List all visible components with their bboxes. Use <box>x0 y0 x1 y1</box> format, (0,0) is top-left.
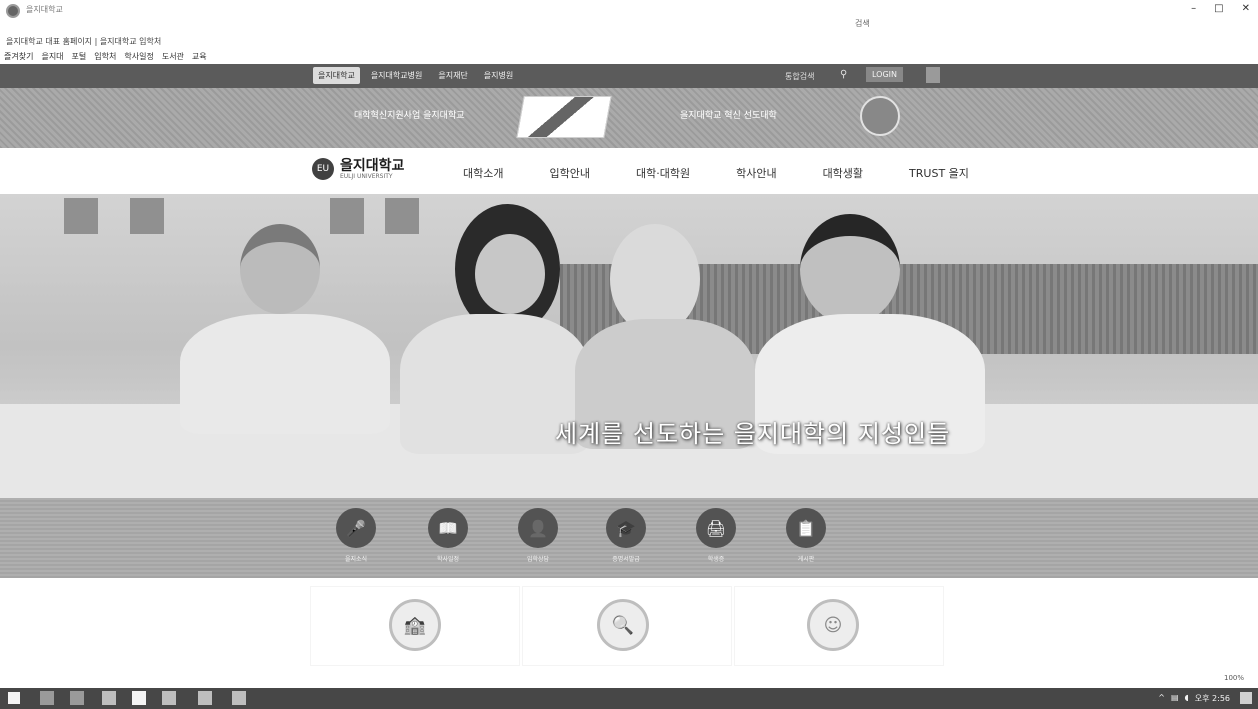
logo-mark-icon: EU <box>312 158 334 180</box>
address-bar[interactable]: 을지대학교 대표 홈페이지 | 을지대학교 입학처 <box>6 36 161 47</box>
volume-icon[interactable]: ◖ <box>1185 693 1189 704</box>
menu-admission[interactable]: 입학안내 <box>549 165 589 181</box>
feature-section: 🏫 🔍 ☺ 100% <box>0 578 1258 688</box>
quick-link-item[interactable]: 👤 입학상담 <box>508 508 568 563</box>
background-window <box>64 198 98 234</box>
app-icon[interactable] <box>162 691 176 705</box>
search-icon[interactable]: ⚲ <box>840 69 847 80</box>
window-controls: – □ ✕ <box>1191 3 1250 14</box>
favorite-item[interactable]: 입학처 <box>94 51 116 62</box>
main-menu: 대학소개 입학안내 대학·대학원 학사안내 대학생활 TRUST 을지 <box>463 165 969 181</box>
site-top-bar: 을지대학교 을지대학교병원 을지재단 을지병원 통합검색 ⚲ LOGIN <box>0 64 1258 88</box>
family-site-tabs: 을지대학교 을지대학교병원 을지재단 을지병원 <box>313 67 518 84</box>
quick-link-label: 증명서발급 <box>612 556 640 563</box>
feature-card[interactable]: 🏫 <box>310 586 520 666</box>
app-icon[interactable] <box>198 691 212 705</box>
main-nav: EU 을지대학교 EULJI UNIVERSITY 대학소개 입학안내 대학·대… <box>0 148 1258 194</box>
banner-flag-image <box>516 96 612 138</box>
banner-text-right: 을지대학교 혁신 선도대학 <box>680 111 777 121</box>
favorites-bar: 즐겨찾기 을지대 포털 입학처 학사일정 도서관 교육 <box>4 51 207 62</box>
menu-about[interactable]: 대학소개 <box>463 165 503 181</box>
tab-university[interactable]: 을지대학교 <box>313 67 360 84</box>
tab-eulji-hospital[interactable]: 을지병원 <box>479 67 518 84</box>
browser-chrome: 을지대학교 검색 – □ ✕ 을지대학교 대표 홈페이지 | 을지대학교 입학처… <box>0 0 1258 64</box>
printer-icon: 🖨 <box>696 508 736 548</box>
logo-name: 을지대학교 <box>340 157 405 174</box>
board-icon: 📋 <box>786 508 826 548</box>
quick-link-item[interactable]: 🎤 을지소식 <box>326 508 386 563</box>
menu-trust[interactable]: TRUST 을지 <box>909 165 969 181</box>
login-button[interactable]: LOGIN <box>866 67 904 82</box>
background-window <box>385 198 419 234</box>
clock[interactable]: 오후 2:56 <box>1195 693 1230 704</box>
quick-link-label: 을지소식 <box>344 556 368 563</box>
zoom-level[interactable]: 100% <box>1224 674 1244 682</box>
maximize-icon[interactable]: □ <box>1214 3 1223 14</box>
logo-subtitle: EULJI UNIVERSITY <box>340 172 393 180</box>
feature-card[interactable]: ☺ <box>734 586 944 666</box>
search-icon[interactable] <box>40 691 54 705</box>
graduate-icon: 🎓 <box>606 508 646 548</box>
microphone-icon: 🎤 <box>336 508 376 548</box>
favorite-item[interactable]: 학사일정 <box>124 51 153 62</box>
site-search-label[interactable]: 통합검색 <box>785 71 814 82</box>
hero-image: 세계를 선도하는 을지대학의 지성인들 <box>0 194 1258 498</box>
chevron-up-icon[interactable]: ^ <box>1158 693 1165 704</box>
favorite-item[interactable]: 도서관 <box>162 51 184 62</box>
windows-start-icon[interactable] <box>8 692 20 704</box>
quick-link-label: 입학상담 <box>526 556 550 563</box>
browser-search-hint[interactable]: 검색 <box>855 18 870 29</box>
quick-link-label: 학생증 <box>707 556 725 563</box>
favorite-item[interactable]: 즐겨찾기 <box>4 51 33 62</box>
quick-link-label: 게시판 <box>797 556 815 563</box>
favorite-item[interactable]: 교육 <box>192 51 207 62</box>
university-logo[interactable]: EU 을지대학교 EULJI UNIVERSITY <box>312 158 404 180</box>
system-tray: ^ ▤ ◖ 오후 2:56 <box>1158 693 1230 704</box>
browser-logo-icon[interactable] <box>6 4 20 18</box>
network-icon[interactable]: ▤ <box>1171 693 1179 704</box>
favorite-item[interactable]: 을지대 <box>41 51 63 62</box>
promo-banner[interactable]: 대학혁신지원사업 을지대학교 을지대학교 혁신 선도대학 <box>0 88 1258 148</box>
taskbar: ^ ▤ ◖ 오후 2:56 <box>0 688 1258 709</box>
menu-colleges[interactable]: 대학·대학원 <box>636 165 690 181</box>
background-window <box>330 198 364 234</box>
smile-icon: ☺ <box>807 599 859 651</box>
menu-campus-life[interactable]: 대학생활 <box>823 165 863 181</box>
hero-caption: 세계를 선도하는 을지대학의 지성인들 <box>555 420 951 448</box>
browser-taskbar-icon[interactable] <box>132 691 146 705</box>
app-icon[interactable] <box>232 691 246 705</box>
banner-text-left: 대학혁신지원사업 을지대학교 <box>354 111 465 121</box>
notification-icon[interactable] <box>1240 692 1252 704</box>
quick-links: 🎤 을지소식 📖 학사일정 👤 입학상담 🎓 증명서발급 🖨 학생증 📋 게시판 <box>0 498 1258 578</box>
tab-hospital[interactable]: 을지대학교병원 <box>366 67 428 84</box>
feature-card[interactable]: 🔍 <box>522 586 732 666</box>
window-title: 을지대학교 <box>26 5 63 14</box>
menu-toggle-button[interactable] <box>926 67 940 83</box>
person-icon: 👤 <box>518 508 558 548</box>
quick-link-item[interactable]: 📖 학사일정 <box>418 508 478 563</box>
quick-link-item[interactable]: 🎓 증명서발급 <box>596 508 656 563</box>
minimize-icon[interactable]: – <box>1191 3 1196 14</box>
file-explorer-icon[interactable] <box>102 691 116 705</box>
favorite-item[interactable]: 포털 <box>72 51 87 62</box>
quick-link-label: 학사일정 <box>436 556 460 563</box>
close-icon[interactable]: ✕ <box>1242 3 1250 14</box>
quick-link-item[interactable]: 🖨 학생증 <box>686 508 746 563</box>
task-view-icon[interactable] <box>70 691 84 705</box>
background-window <box>130 198 164 234</box>
quick-link-item[interactable]: 📋 게시판 <box>776 508 836 563</box>
school-icon: 🏫 <box>389 599 441 651</box>
search-icon: 🔍 <box>597 599 649 651</box>
banner-badge-icon <box>860 96 900 136</box>
tab-foundation[interactable]: 을지재단 <box>433 67 472 84</box>
menu-academics[interactable]: 학사안내 <box>736 165 776 181</box>
book-icon: 📖 <box>428 508 468 548</box>
